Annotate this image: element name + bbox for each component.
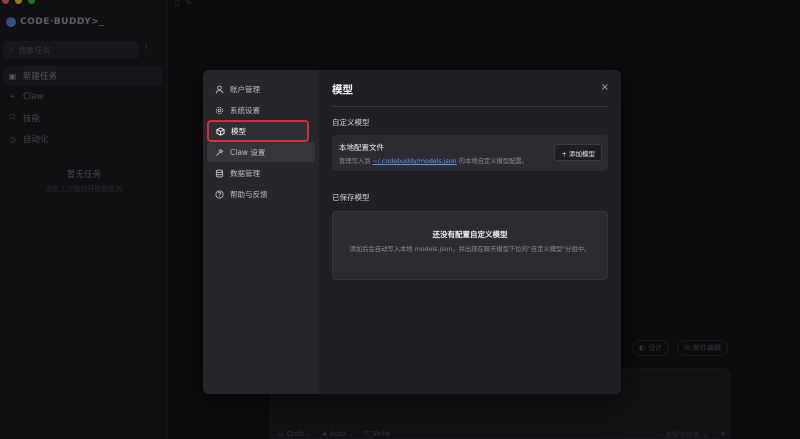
- settings-nav-account[interactable]: 账户管理: [207, 79, 315, 99]
- empty-models-title: 还没有配置自定义模型: [432, 230, 508, 239]
- settings-nav-model[interactable]: 模型: [207, 120, 309, 142]
- settings-nav-label: 系统设置: [230, 105, 260, 115]
- settings-nav-label: 帮助与反馈: [230, 189, 268, 199]
- claw-icon: [215, 148, 224, 157]
- desc-prefix: 管理写入到: [339, 158, 371, 165]
- add-model-label: + 添加模型: [561, 149, 595, 158]
- models-json-link[interactable]: ~/.codebuddy/models.json: [373, 158, 457, 165]
- settings-content: 模型 × 自定义模型 本地配置文件 管理写入到 ~/.codebuddy/mod…: [319, 70, 621, 394]
- database-icon: [215, 169, 224, 178]
- add-model-button[interactable]: + 添加模型: [554, 144, 602, 161]
- settings-nav-label: Claw 设置: [230, 147, 266, 157]
- empty-models-desc: 添加后会自动写入本地 models.json，并出现在聊天模型下拉的"自定义模型…: [349, 246, 591, 253]
- title-divider: [332, 106, 608, 107]
- cube-icon: [216, 126, 225, 136]
- saved-models-empty-card: 还没有配置自定义模型 添加后会自动写入本地 models.json，并出现在聊天…: [332, 211, 608, 280]
- help-icon: [215, 189, 224, 199]
- custom-model-section-title: 自定义模型: [332, 118, 370, 127]
- settings-nav-system[interactable]: 系统设置: [207, 100, 315, 120]
- settings-nav-label: 数据管理: [230, 168, 260, 178]
- close-icon[interactable]: ×: [601, 82, 609, 93]
- dialog-title: 模型: [332, 84, 353, 96]
- settings-dialog: 账户管理 系统设置 模型 Claw 设置 数据管理 帮助与反馈 模型 × 自定义…: [203, 70, 621, 394]
- local-config-card: 本地配置文件 管理写入到 ~/.codebuddy/models.json 的本…: [332, 135, 608, 171]
- settings-nav-label: 账户管理: [230, 84, 260, 94]
- settings-nav-claw[interactable]: Claw 设置: [207, 142, 315, 162]
- user-icon: [215, 85, 224, 94]
- settings-nav: 账户管理 系统设置 模型 Claw 设置 数据管理 帮助与反馈: [203, 70, 319, 394]
- saved-model-section-title: 已保存模型: [332, 193, 370, 202]
- desc-suffix: 的本地自定义模型配置。: [458, 158, 528, 165]
- settings-nav-help[interactable]: 帮助与反馈: [207, 184, 315, 204]
- gear-icon: [215, 106, 224, 115]
- settings-nav-label: 模型: [231, 126, 246, 136]
- settings-nav-data[interactable]: 数据管理: [207, 163, 315, 183]
